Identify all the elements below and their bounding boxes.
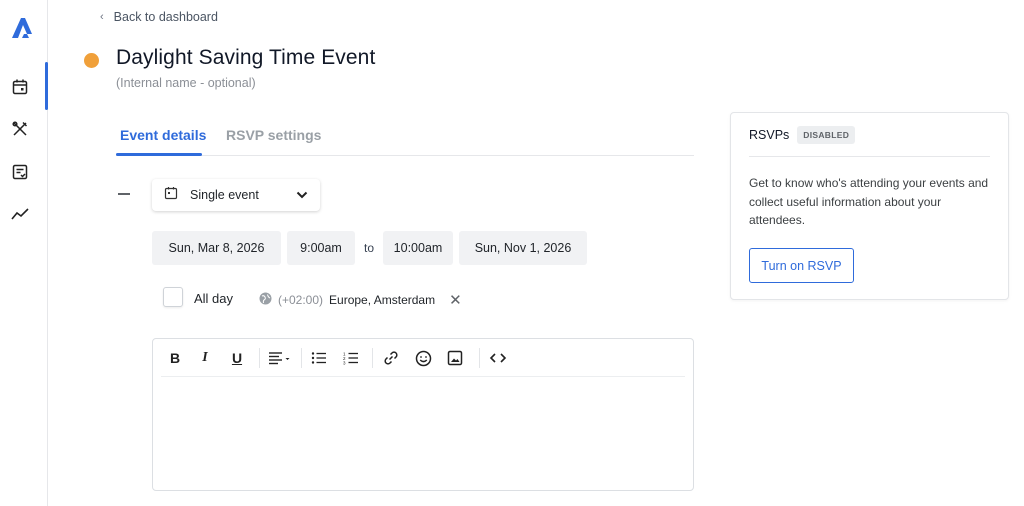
sidebar: [0, 0, 48, 506]
numbered-list-icon[interactable]: 1 2 3: [342, 349, 360, 367]
event-type-select[interactable]: Single event: [152, 179, 320, 211]
rsvp-panel: RSVPs DISABLED Get to know who's attendi…: [730, 112, 1009, 300]
bold-icon[interactable]: B: [168, 349, 182, 367]
link-icon[interactable]: [382, 349, 400, 367]
rsvp-description: Get to know who's attending your events …: [749, 176, 989, 227]
italic-icon[interactable]: I: [198, 349, 212, 367]
calendar-small-icon: [164, 186, 178, 205]
analytics-icon[interactable]: [8, 202, 32, 226]
svg-text:3: 3: [343, 361, 346, 366]
back-link-label: Back to dashboard: [113, 10, 218, 24]
align-icon[interactable]: [267, 349, 293, 367]
active-tab-underline: [116, 153, 202, 156]
tools-icon[interactable]: [8, 117, 32, 141]
underline-icon[interactable]: U: [229, 349, 245, 367]
toolbar-divider: [301, 348, 302, 368]
rsvp-title: RSVPs: [749, 127, 790, 142]
rsvp-panel-header: RSVPs DISABLED: [749, 113, 990, 157]
description-editor[interactable]: B I U 1 2 3: [152, 338, 694, 491]
clear-timezone-icon[interactable]: ✕: [449, 291, 462, 309]
event-type-label: Single event: [190, 188, 259, 202]
chevron-down-icon: [296, 186, 308, 204]
editor-toolbar: B I U 1 2 3: [161, 339, 685, 377]
app-logo-icon[interactable]: [8, 14, 36, 42]
chevron-left-icon: ‹: [100, 11, 104, 23]
image-icon[interactable]: [446, 349, 464, 367]
toolbar-divider: [372, 348, 373, 368]
all-day-label[interactable]: All day: [194, 291, 233, 306]
turn-on-rsvp-button[interactable]: Turn on RSVP: [749, 248, 854, 283]
tab-rsvp-settings[interactable]: RSVP settings: [226, 127, 321, 143]
end-time-field[interactable]: 10:00am: [383, 231, 453, 265]
collapse-minus-icon[interactable]: [118, 193, 130, 195]
all-day-checkbox[interactable]: [163, 287, 183, 307]
to-separator: to: [364, 241, 375, 255]
tab-event-details[interactable]: Event details: [120, 127, 206, 143]
emoji-icon[interactable]: [414, 349, 432, 367]
event-status-dot[interactable]: [84, 53, 99, 68]
start-time-field[interactable]: 9:00am: [287, 231, 355, 265]
code-icon[interactable]: [488, 349, 508, 367]
globe-icon: [259, 292, 272, 308]
back-to-dashboard-link[interactable]: ‹ Back to dashboard: [100, 10, 218, 24]
toolbar-divider: [479, 348, 480, 368]
tab-bar: Event details RSVP settings: [116, 118, 694, 156]
event-title[interactable]: Daylight Saving Time Event: [116, 46, 375, 70]
start-date-field[interactable]: Sun, Mar 8, 2026: [152, 231, 281, 265]
end-date-field[interactable]: Sun, Nov 1, 2026: [459, 231, 587, 265]
timezone-name: Europe, Amsterdam: [329, 293, 436, 307]
status-badge: DISABLED: [797, 125, 856, 144]
checklist-icon[interactable]: [8, 160, 32, 184]
bullet-list-icon[interactable]: [310, 349, 328, 367]
internal-name-field[interactable]: (Internal name - optional): [116, 76, 256, 90]
toolbar-divider: [259, 348, 260, 368]
calendar-icon[interactable]: [8, 75, 32, 99]
timezone-selector[interactable]: (+02:00) Europe, Amsterdam ✕: [259, 291, 462, 309]
timezone-offset: (+02:00): [278, 293, 324, 307]
sidebar-active-indicator: [45, 62, 48, 110]
